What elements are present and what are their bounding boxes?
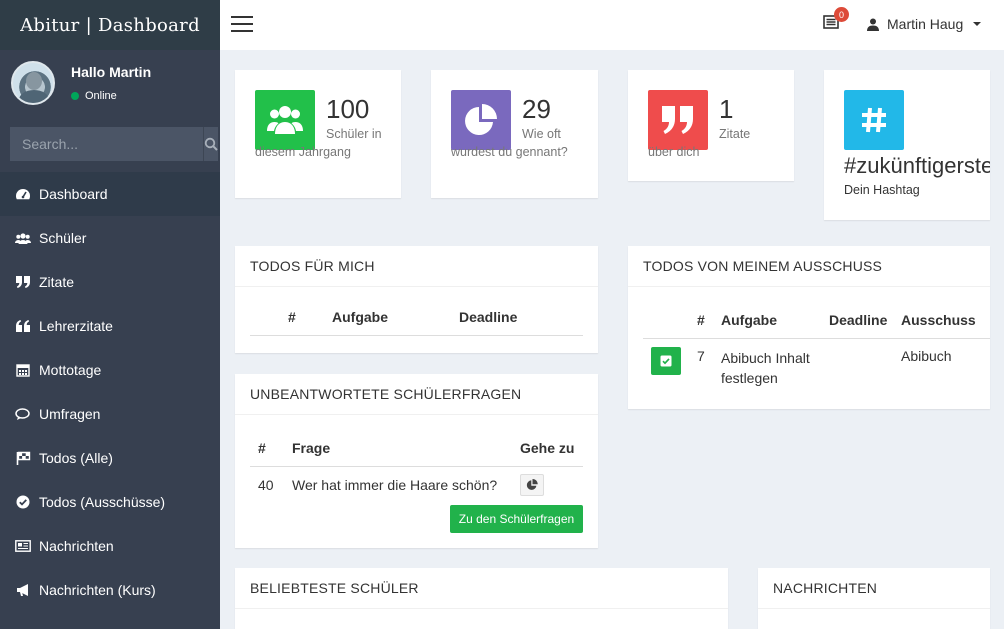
col-header: Aufgabe xyxy=(332,308,388,325)
col-header: # xyxy=(288,308,296,325)
user-menu[interactable]: Martin Haug xyxy=(867,16,982,32)
hashtag-icon xyxy=(844,90,904,150)
info-box-students: 100 Schüler in diesem Jahrgang xyxy=(235,70,401,198)
sidebar-item-label: Umfragen xyxy=(39,406,101,422)
col-header: Deadline xyxy=(459,308,518,325)
sidebar-toggle-icon[interactable] xyxy=(231,16,253,34)
sidebar-item-lehrerzitate[interactable]: Lehrerzitate xyxy=(0,304,220,348)
info-box-value: 29 xyxy=(522,94,551,124)
panel-title: TODOS FÜR MICH xyxy=(235,246,598,287)
sidebar-item-label: Todos (Ausschüsse) xyxy=(39,494,166,510)
avatar xyxy=(11,61,55,105)
user-greeting: Hallo Martin xyxy=(71,64,152,80)
info-box-quotes: 1 Zitate über dich xyxy=(628,70,794,181)
sidebar-item-label: Zitate xyxy=(39,274,75,290)
panel-title: NACHRICHTEN xyxy=(758,568,990,609)
sidebar-item-label: Nachrichten (Kurs) xyxy=(39,582,156,598)
newspaper-icon xyxy=(15,538,31,554)
sidebar-item-schueler[interactable]: Schüler xyxy=(0,216,220,260)
user-status: Online xyxy=(71,90,117,102)
panel-messages: NACHRICHTEN xyxy=(758,568,990,629)
caret-down-icon xyxy=(973,22,982,26)
table-row: 40 Wer hat immer die Haare schön? xyxy=(250,466,583,504)
bullhorn-icon xyxy=(15,582,31,598)
sidebar-item-nachrichten-kurs[interactable]: Nachrichten (Kurs) xyxy=(0,568,220,612)
todo-deadline xyxy=(829,338,901,394)
questions-table: # Frage Gehe zu 40 Wer hat immer die Haa… xyxy=(250,430,583,504)
col-header: Frage xyxy=(292,439,331,456)
panel-todos-committee: TODOS VON MEINEM AUSSCHUSS # Aufgabe Dea… xyxy=(628,246,990,409)
search-icon xyxy=(204,137,218,151)
sidebar-item-label: Lehrerzitate xyxy=(39,318,113,334)
panel-title: TODOS VON MEINEM AUSSCHUSS xyxy=(628,246,990,287)
info-box-value: 1 xyxy=(719,94,734,124)
sidebar: Abitur | Dashboard Hallo Martin Online D… xyxy=(0,0,220,629)
info-box-label: Wie oft wurdest du gennant? xyxy=(451,127,568,159)
sidebar-item-umfragen[interactable]: Umfragen xyxy=(0,392,220,436)
to-questions-button[interactable]: Zu den Schülerfragen xyxy=(450,505,583,533)
sidebar-item-label: Schüler xyxy=(39,230,87,246)
users-icon xyxy=(15,230,31,246)
question-id: 40 xyxy=(258,477,274,494)
sidebar-item-zitate[interactable]: Zitate xyxy=(0,260,220,304)
sidebar-menu: Dashboard Schüler Zitate Lehrerzitate Mo… xyxy=(0,172,220,612)
sidebar-search xyxy=(10,127,218,161)
hashtag-value: #zukünftigerstern xyxy=(844,153,990,178)
user-icon xyxy=(867,18,879,31)
col-header: Aufgabe xyxy=(721,311,777,328)
info-box-mentions: 29 Wie oft wurdest du gennant? xyxy=(431,70,598,198)
brand-title[interactable]: Abitur | Dashboard xyxy=(0,0,220,50)
col-header: Deadline xyxy=(829,311,888,328)
comments-icon xyxy=(15,406,31,422)
sidebar-item-todos-ausschuesse[interactable]: Todos (Ausschüsse) xyxy=(0,480,220,524)
status-label: Online xyxy=(85,90,117,102)
pie-chart-icon xyxy=(526,479,538,491)
panel-questions: UNBEANTWORTETE SCHÜLERFRAGEN # Frage Geh… xyxy=(235,374,598,548)
col-header: # xyxy=(258,439,266,456)
flag-icon xyxy=(15,450,31,466)
panel-popular-students: BELIEBTESTE SCHÜLER xyxy=(235,568,728,629)
sidebar-item-label: Todos (Alle) xyxy=(39,450,113,466)
check-square-icon xyxy=(660,355,672,366)
col-header: # xyxy=(697,311,705,328)
info-box-hashtag: #zukünftigerstern Dein Hashtag xyxy=(824,70,990,220)
sidebar-item-mottotage[interactable]: Mottotage xyxy=(0,348,220,392)
sidebar-item-dashboard[interactable]: Dashboard xyxy=(0,172,220,216)
col-header: Gehe zu xyxy=(520,439,575,456)
info-box-label: Zitate über dich xyxy=(648,127,751,159)
search-button[interactable] xyxy=(203,127,218,161)
todo-id: 7 xyxy=(697,347,705,364)
col-header: Ausschuss xyxy=(901,311,976,328)
quote-right-icon xyxy=(15,274,31,290)
panel-todos-me: TODOS FÜR MICH # Aufgabe Deadline xyxy=(235,246,598,353)
user-name: Martin Haug xyxy=(887,16,964,32)
info-box-label: Dein Hashtag xyxy=(844,183,920,197)
goto-question-button[interactable] xyxy=(520,474,544,497)
complete-todo-button[interactable] xyxy=(651,346,681,375)
sidebar-item-label: Dashboard xyxy=(39,186,108,202)
sidebar-item-nachrichten[interactable]: Nachrichten xyxy=(0,524,220,568)
top-navbar: 0 Martin Haug xyxy=(220,0,1004,50)
todos-me-table: # Aufgabe Deadline xyxy=(250,299,583,336)
panel-title: BELIEBTESTE SCHÜLER xyxy=(235,568,728,609)
calendar-icon xyxy=(15,362,31,378)
sidebar-item-label: Nachrichten xyxy=(39,538,114,554)
todo-committee: Abibuch xyxy=(901,347,952,364)
info-box-value: 100 xyxy=(326,94,370,124)
dashboard-icon xyxy=(15,186,31,202)
committee-table: # Aufgabe Deadline Ausschuss 7 Abibuch I… xyxy=(643,302,990,394)
user-panel: Hallo Martin Online xyxy=(0,50,220,120)
question-text: Wer hat immer die Haare schön? xyxy=(292,477,498,494)
sidebar-item-label: Mottotage xyxy=(39,362,102,378)
table-row: 7 Abibuch Inhalt festlegen Abibuch xyxy=(643,338,990,394)
online-dot-icon xyxy=(71,92,79,100)
quote-left-icon xyxy=(15,318,31,334)
notification-badge: 0 xyxy=(834,7,849,22)
sidebar-item-todos-alle[interactable]: Todos (Alle) xyxy=(0,436,220,480)
panel-title: UNBEANTWORTETE SCHÜLERFRAGEN xyxy=(235,374,598,415)
info-box-label: Schüler in diesem Jahrgang xyxy=(255,127,382,159)
search-input[interactable] xyxy=(10,127,203,161)
todo-task: Abibuch Inhalt festlegen xyxy=(721,349,810,386)
check-circle-icon xyxy=(15,494,31,510)
